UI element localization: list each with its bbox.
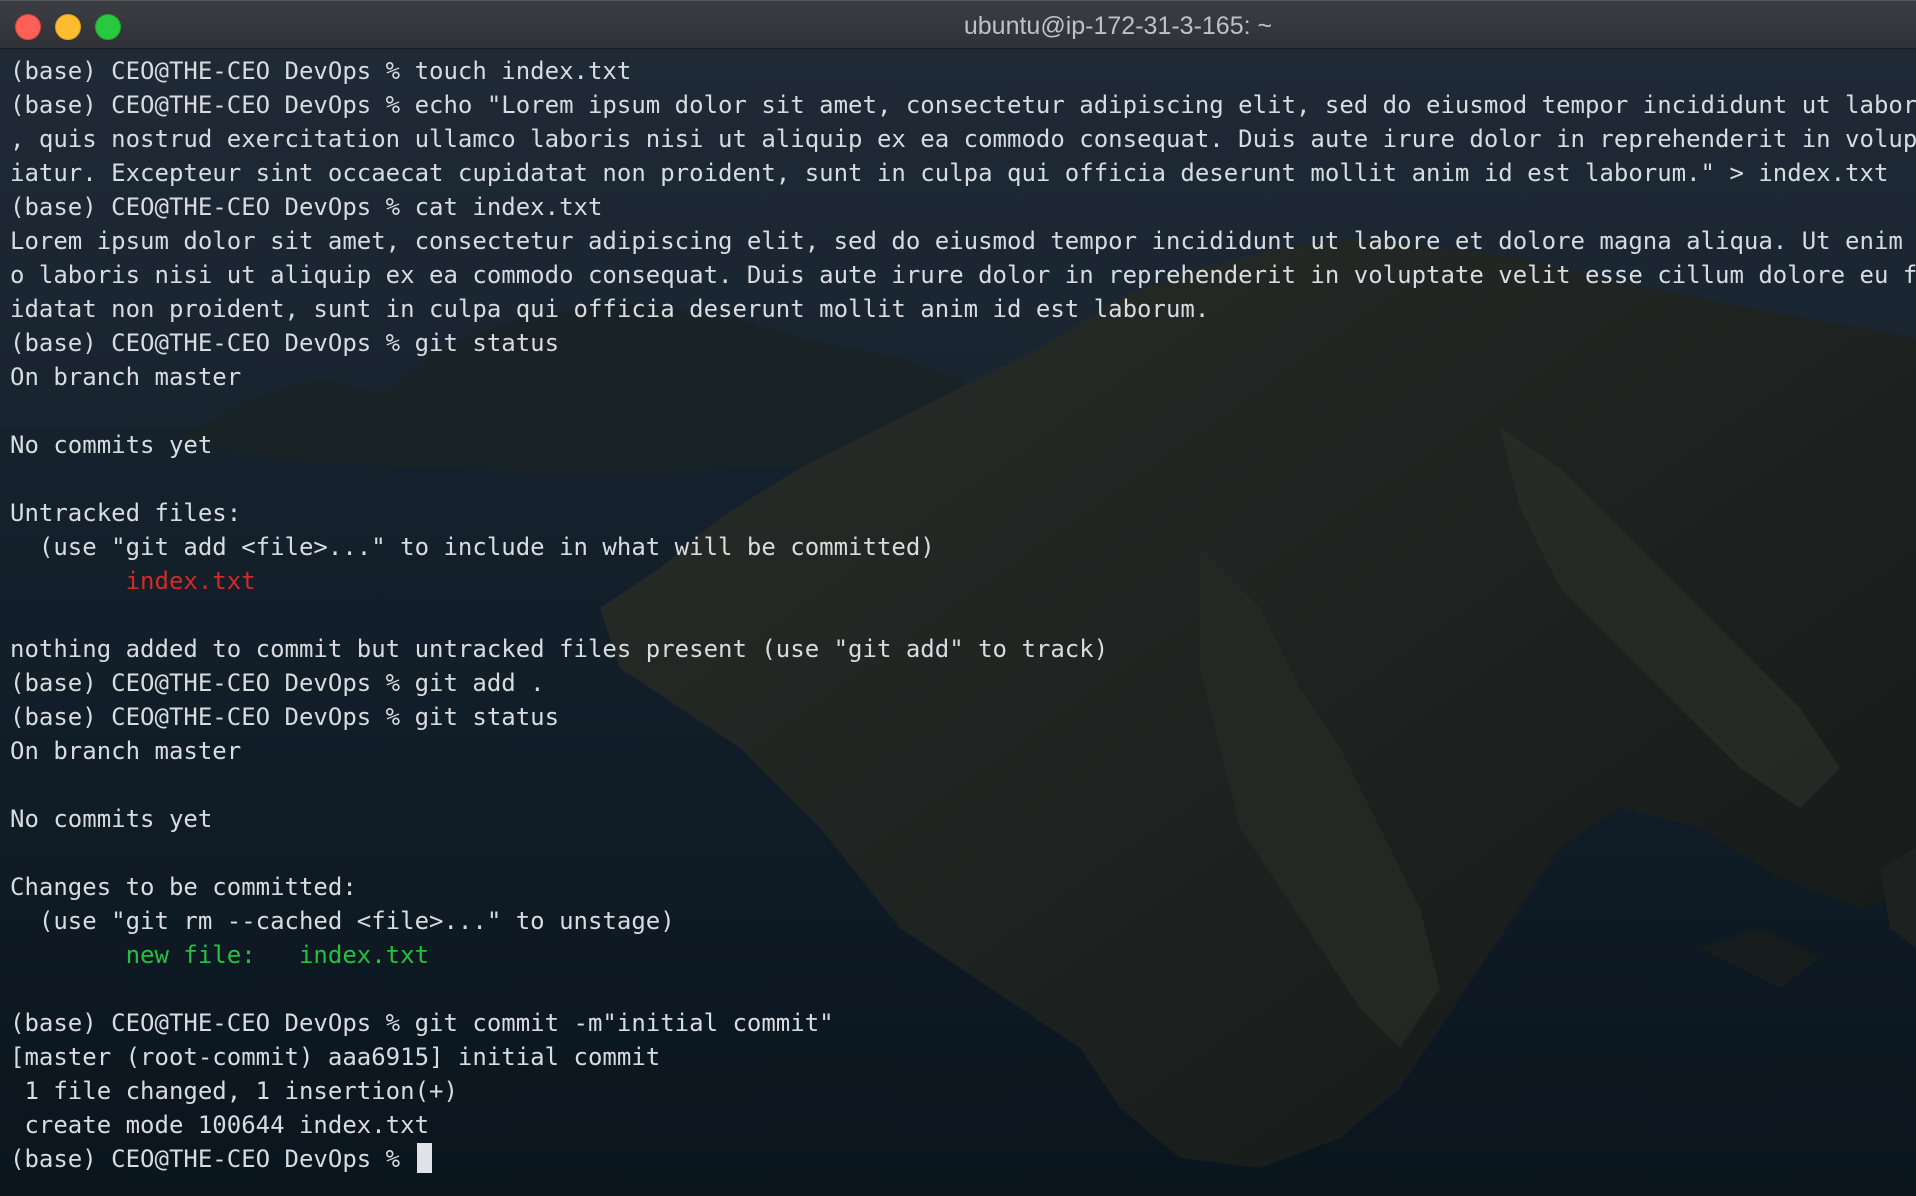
terminal-output[interactable]: (base) CEO@THE-CEO DevOps % touch index.… [10, 54, 1916, 1190]
terminal-line: o laboris nisi ut aliquip ex ea commodo … [10, 261, 1916, 289]
terminal-line: idatat non proident, sunt in culpa qui o… [10, 295, 1210, 323]
terminal-line: Untracked files: [10, 499, 242, 527]
terminal-line: create mode 100644 index.txt [10, 1111, 430, 1139]
terminal-line: No commits yet [10, 805, 213, 833]
terminal-line: Changes to be committed: [10, 873, 357, 901]
terminal-line: nothing added to commit but untracked fi… [10, 635, 1109, 663]
terminal-line: On branch master [10, 363, 242, 391]
terminal-line: (base) CEO@THE-CEO DevOps % git add . [10, 669, 545, 697]
terminal-line: [master (root-commit) aaa6915] initial c… [10, 1043, 661, 1071]
terminal-history: (base) CEO@THE-CEO DevOps % touch index.… [10, 54, 1916, 1142]
terminal-line: No commits yet [10, 431, 213, 459]
window-title: ubuntu@ip-172-31-3-165: ~ [963, 12, 1273, 40]
terminal-line: (base) CEO@THE-CEO DevOps % cat index.tx… [10, 193, 603, 221]
terminal-line: (base) CEO@THE-CEO DevOps % git status [10, 703, 560, 731]
terminal-line: (base) CEO@THE-CEO DevOps % git commit -… [10, 1009, 834, 1037]
title-bar: ubuntu@ip-172-31-3-165: ~ [0, 0, 1916, 49]
terminal-line: iatur. Excepteur sint occaecat cupidatat… [10, 159, 1889, 187]
terminal-line: (use "git add <file>..." to include in w… [10, 533, 935, 561]
terminal-line: (base) CEO@THE-CEO DevOps % echo "Lorem … [10, 91, 1916, 119]
prompt-text: (base) CEO@THE-CEO DevOps % [10, 1145, 415, 1173]
terminal-window: ubuntu@ip-172-31-3-165: ~ (base) CEO@THE… [0, 0, 1916, 1196]
terminal-line: new file: index.txt [10, 941, 430, 969]
terminal-line: index.txt [10, 567, 256, 595]
terminal-line: , quis nostrud exercitation ullamco labo… [10, 125, 1916, 153]
text-cursor [416, 1143, 432, 1173]
terminal-prompt-line[interactable]: (base) CEO@THE-CEO DevOps % [10, 1142, 1916, 1176]
terminal-line: (base) CEO@THE-CEO DevOps % git status [10, 329, 560, 357]
terminal-line: 1 file changed, 1 insertion(+) [10, 1077, 458, 1105]
terminal-line: (base) CEO@THE-CEO DevOps % touch index.… [10, 57, 632, 85]
terminal-line: Lorem ipsum dolor sit amet, consectetur … [10, 227, 1916, 255]
terminal-line: On branch master [10, 737, 242, 765]
terminal-line: (use "git rm --cached <file>..." to unst… [10, 907, 675, 935]
